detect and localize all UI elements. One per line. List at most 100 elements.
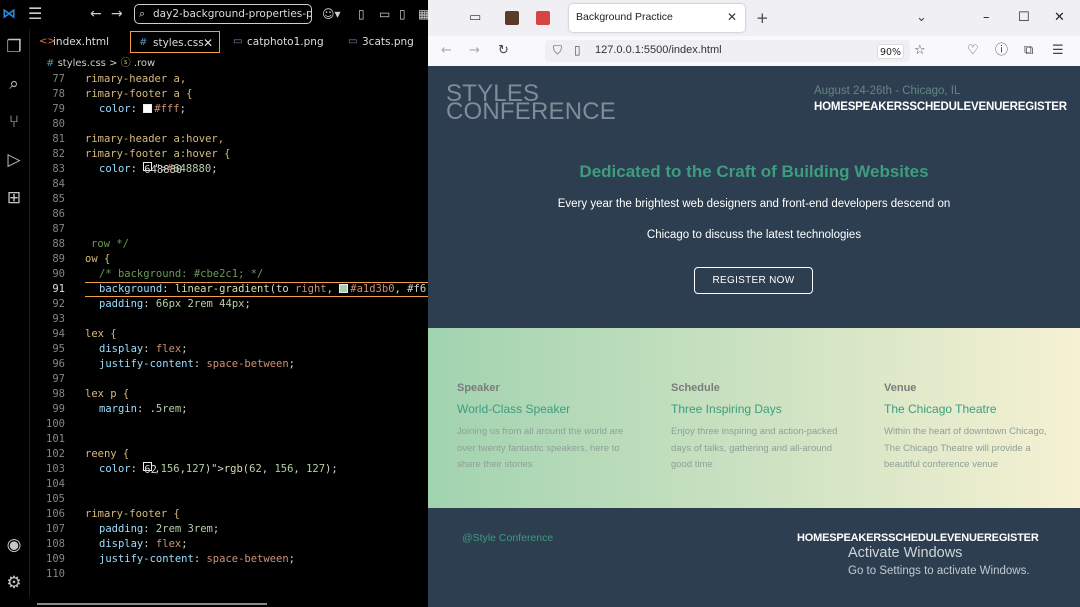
- toggle-sidebar-icon[interactable]: ▯: [358, 6, 365, 22]
- code-line[interactable]: 94 lex {: [31, 327, 428, 342]
- reload-icon[interactable]: ↻: [498, 43, 509, 59]
- toggle-panel-icon[interactable]: ▭: [379, 6, 390, 22]
- code-line[interactable]: 86: [31, 207, 428, 222]
- footer-link-speakers[interactable]: SPEAKERS: [829, 532, 888, 544]
- app-menu-icon[interactable]: ☰: [1052, 43, 1064, 59]
- tab-3cats-png[interactable]: ▭ 3cats.png: [340, 31, 428, 53]
- code-editor[interactable]: 77 rimary-header a, 78 rimary-footer a {79 c…: [31, 72, 428, 592]
- settings-gear-icon[interactable]: ⚙: [3, 572, 25, 594]
- forward-arrow-icon[interactable]: →: [111, 6, 123, 22]
- page-info-icon[interactable]: ▯: [574, 43, 581, 57]
- code-line[interactable]: 97: [31, 372, 428, 387]
- code-line[interactable]: 104: [31, 477, 428, 492]
- bookmark-star-icon[interactable]: ☆: [914, 43, 926, 59]
- account-icon[interactable]: ◉: [3, 534, 25, 556]
- footer-link-home[interactable]: HOME: [797, 532, 829, 544]
- minimize-icon[interactable]: –: [983, 10, 990, 26]
- code-line[interactable]: 102 reeny {: [31, 447, 428, 462]
- run-debug-icon[interactable]: ▷: [3, 149, 25, 171]
- toggle-secondary-sidebar-icon[interactable]: ▯: [399, 6, 406, 22]
- code-line[interactable]: 99 margin: .5rem;: [31, 402, 428, 417]
- back-arrow-icon[interactable]: ←: [90, 6, 102, 22]
- code-line[interactable]: 85: [31, 192, 428, 207]
- browser-tab-active[interactable]: Background Practice ✕: [569, 4, 745, 32]
- line-number: 96: [52, 358, 65, 370]
- close-tab-icon[interactable]: ✕: [203, 32, 213, 54]
- site-logo[interactable]: STYLES CONFERENCE: [446, 82, 616, 124]
- code-line[interactable]: 81 rimary-header a:hover,: [31, 132, 428, 147]
- code-line[interactable]: 79 color: #fff;: [31, 102, 428, 117]
- line-number: 109: [46, 553, 65, 565]
- code-line[interactable]: 107 padding: 2rem 3rem;: [31, 522, 428, 537]
- tab-index-html[interactable]: <> index.html: [31, 31, 127, 53]
- search-icon[interactable]: ⌕: [3, 73, 25, 95]
- code-line[interactable]: 95 display: flex;: [31, 342, 428, 357]
- close-tab-icon[interactable]: ✕: [727, 10, 737, 24]
- new-tab-icon[interactable]: +: [756, 10, 769, 26]
- code-line[interactable]: 88 row */: [31, 237, 428, 252]
- line-number: 81: [52, 133, 65, 145]
- breadcrumb-symbol[interactable]: .row: [134, 58, 155, 69]
- code-line[interactable]: 98 lex p {: [31, 387, 428, 402]
- extensions-icon[interactable]: ⊞: [3, 187, 25, 209]
- code-line[interactable]: 83 color: 648880">#648880;: [31, 162, 428, 177]
- tracking-shield-icon[interactable]: ⛉: [553, 43, 562, 58]
- code-line[interactable]: 78 rimary-footer a {: [31, 87, 428, 102]
- zoom-level-badge[interactable]: 90%: [877, 44, 904, 59]
- code-line[interactable]: 90 /* background: #cbe2c1; */: [31, 267, 428, 282]
- line-number: 107: [46, 523, 65, 535]
- code-line[interactable]: 87: [31, 222, 428, 237]
- address-bar[interactable]: ⛉ ▯ 127.0.0.1:5500/index.html 90%: [545, 40, 910, 62]
- extensions-puzzle-icon[interactable]: ⧉: [1024, 43, 1033, 59]
- code-line[interactable]: 91 background: linear-gradient(to right, …: [31, 282, 428, 297]
- tab-groups-icon[interactable]: ▭: [469, 10, 481, 26]
- code-line[interactable]: 84: [31, 177, 428, 192]
- code-text: rimary-footer {: [85, 508, 180, 520]
- tab-catphoto1-png[interactable]: ▭ catphoto1.png: [225, 31, 325, 53]
- code-line[interactable]: 80: [31, 117, 428, 132]
- source-control-icon[interactable]: ⑂: [3, 111, 25, 133]
- nav-link-speakers[interactable]: SPEAKERS: [848, 101, 910, 113]
- code-line[interactable]: 93: [31, 312, 428, 327]
- code-text: lex {: [85, 328, 117, 340]
- code-line[interactable]: 106 rimary-footer {: [31, 507, 428, 522]
- footer-link-venue[interactable]: VENUE: [947, 532, 984, 544]
- code-line[interactable]: 92 padding: 66px 2rem 44px;: [31, 297, 428, 312]
- forward-arrow-icon[interactable]: →: [469, 43, 480, 59]
- pocket-icon[interactable]: ♡: [967, 43, 979, 59]
- command-center-search[interactable]: ⌕ day2-background-properties-practice: [134, 4, 312, 24]
- code-line[interactable]: 100: [31, 417, 428, 432]
- footer-link-register[interactable]: REGISTER: [984, 532, 1039, 544]
- line-number: 80: [52, 118, 65, 130]
- nav-link-register[interactable]: REGISTER: [1010, 101, 1067, 113]
- info-icon[interactable]: ⓘ: [995, 43, 1008, 59]
- code-line[interactable]: 101: [31, 432, 428, 447]
- hamburger-menu-icon[interactable]: ☰: [28, 6, 46, 22]
- nav-link-schedule[interactable]: SCHEDULE: [909, 101, 971, 113]
- tab-styles-css[interactable]: # styles.css ✕: [130, 31, 220, 53]
- column-label: Schedule: [671, 382, 720, 394]
- code-line[interactable]: 77 rimary-header a,: [31, 72, 428, 87]
- copilot-icon[interactable]: ☺▾: [322, 6, 341, 22]
- code-line[interactable]: 105: [31, 492, 428, 507]
- breadcrumb-file[interactable]: styles.css: [58, 58, 106, 69]
- maximize-icon[interactable]: ☐: [1018, 10, 1030, 26]
- code-line[interactable]: 109 justify-content: space-between;: [31, 552, 428, 567]
- nav-link-venue[interactable]: VENUE: [971, 101, 1010, 113]
- register-now-button[interactable]: REGISTER NOW: [694, 267, 813, 294]
- back-arrow-icon[interactable]: ←: [441, 43, 452, 59]
- close-window-icon[interactable]: ✕: [1054, 10, 1065, 26]
- code-line[interactable]: 96 justify-content: space-between;: [31, 357, 428, 372]
- code-line[interactable]: 103 color: 62,156,127)">rgb(62, 156, 127)…: [31, 462, 428, 477]
- code-line[interactable]: 110: [31, 567, 428, 582]
- pinned-tab-s-favicon-icon[interactable]: [536, 11, 550, 25]
- code-line[interactable]: 108 display: flex;: [31, 537, 428, 552]
- list-tabs-chevron-down-icon[interactable]: ⌄: [916, 10, 927, 26]
- pinned-tab-favicon-icon[interactable]: [505, 11, 519, 25]
- code-line[interactable]: 89 ow {: [31, 252, 428, 267]
- nav-link-home[interactable]: HOME: [814, 101, 848, 113]
- horizontal-scrollbar[interactable]: [37, 603, 267, 605]
- code-line[interactable]: 82 rimary-footer a:hover {: [31, 147, 428, 162]
- footer-link-schedule[interactable]: SCHEDULE: [888, 532, 947, 544]
- explorer-icon[interactable]: ❐: [3, 36, 25, 58]
